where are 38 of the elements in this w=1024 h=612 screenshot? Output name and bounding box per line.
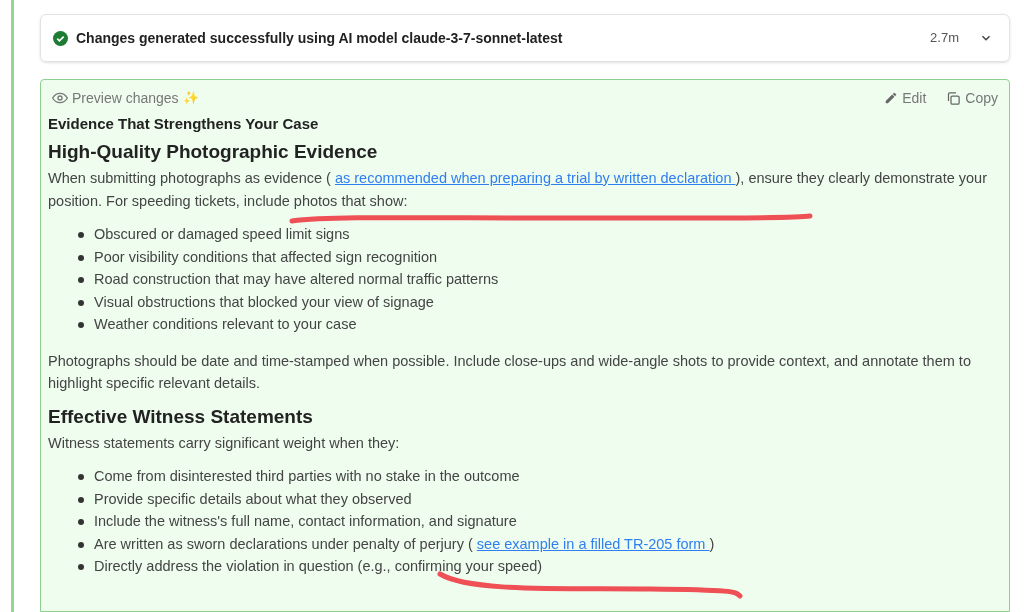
link[interactable]: as recommended when preparing a trial by written declaration [334,170,736,186]
bullet-icon [78,299,84,306]
paragraph: Witness statements carry significant weight when they: [48,433,401,453]
check-circle-icon [53,30,68,46]
list-item: Directly address the violation in question (e.g., confirming your speed) [94,557,543,576]
list-item: Include the witness's full name, contact information, and signature [94,512,517,531]
bullet-icon [78,564,84,570]
bullet-icon [78,541,84,548]
list-item: Road construction that may have altered normal traffic patterns [94,270,499,289]
status-text: Changes generated successfully using AI model claude-3-7-sonnet-latest [76,28,563,48]
bullet-icon [78,474,84,480]
elapsed-time: 2.7m [930,29,959,48]
bullet-icon [78,232,84,238]
bullet-icon [78,496,84,503]
bullet-icon [78,322,84,328]
link[interactable]: see example in a filled TR-205 form [476,535,710,552]
list-item: Poor visibility conditions that affected sign recognition [94,247,438,267]
bullet-icon [78,277,84,283]
section-heading: Effective Witness Statements [48,404,314,429]
pencil-icon [884,91,899,105]
section-heading: High-Quality Photographic Evidence [48,140,379,164]
section-title: Evidence That Strengthens Your Case [48,114,320,134]
paragraph: Photographs should be date and time-stamped when possible. Include close-ups and wide-angle shots to provide context, and annotate them to highlight specific relevant details. [48,351,972,393]
copy-icon [946,90,962,106]
edit-button[interactable]: Edit [884,87,927,109]
list-item: Visual obstructions that blocked your view of signage [94,292,434,312]
paragraph: When submitting photographs as evidence ( as recommended when preparing a trial by written declaration ), ensure they clearly demonstrate your position. For speeding tickets, include photos that show: [48,169,988,211]
copy-button[interactable]: Copy [946,87,998,109]
list-item: Are written as sworn declarations under penalty of perjury ( see example in a filled TR-205 form ) [94,534,715,554]
list-item: Come from disinterested third parties with no stake in the outcome [94,467,520,486]
bullet-icon [78,254,84,261]
sparkle-icon: ✨ [182,88,199,108]
list-item: Weather conditions relevant to your case [94,315,357,334]
preview-label: Preview changes [72,88,179,108]
list-item: Obscured or damaged speed limit signs [94,225,350,244]
list-item: Provide specific details about what they observed [94,489,412,509]
eye-icon [52,90,68,106]
bullet-icon [78,519,84,525]
